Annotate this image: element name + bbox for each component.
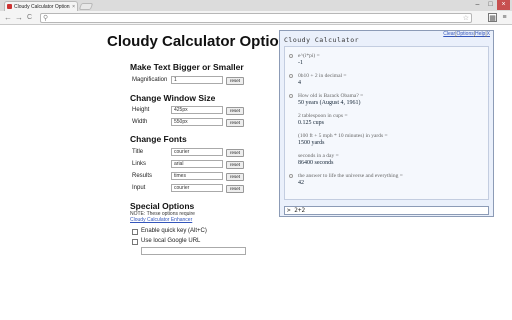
width-label: Width <box>132 119 148 125</box>
result-item[interactable]: How old is Barack Obama? = 50 years (Aug… <box>289 93 363 106</box>
results-font-reset-button[interactable]: reset <box>226 173 244 181</box>
result-answer: 42 <box>298 180 304 186</box>
special-options-heading: Special Options <box>130 201 195 211</box>
close-link[interactable]: X <box>487 31 490 37</box>
magnification-label: Magnification <box>132 77 168 83</box>
width-input[interactable]: 550px <box>171 118 223 126</box>
clear-link[interactable]: Clear <box>443 31 455 37</box>
fonts-heading: Change Fonts <box>130 134 187 144</box>
forward-arrow-icon[interactable]: → <box>15 13 23 22</box>
title-font-input[interactable]: courier <box>171 148 223 156</box>
wrench-menu-icon[interactable]: ≡ <box>500 13 509 22</box>
tab-close-icon[interactable]: × <box>72 4 75 10</box>
result-item[interactable]: (100 ft + 5 mph * 10 minutes) in yards =… <box>289 133 388 146</box>
result-query: (100 ft + 5 mph * 10 minutes) in yards = <box>298 133 388 139</box>
magnification-input[interactable]: 1 <box>171 76 223 84</box>
links-font-reset-button[interactable]: reset <box>226 161 244 169</box>
google-url-input[interactable] <box>141 247 246 255</box>
maximize-button[interactable]: □ <box>484 0 497 10</box>
browser-toolbar: ← → C ⚲ ☆ ▦ ≡ <box>0 11 512 25</box>
input-prompt: > <box>287 207 291 214</box>
result-answer: 1500 yards <box>298 140 325 146</box>
input-expression: 2+2 <box>294 207 306 214</box>
result-query: seconds in a day = <box>298 153 339 159</box>
title-font-label: Title <box>132 149 144 155</box>
result-answer: 4 <box>298 80 301 86</box>
result-answer: -1 <box>298 60 303 66</box>
result-bullet-icon <box>289 54 293 58</box>
text-size-heading: Make Text Bigger or Smaller <box>130 62 244 72</box>
result-answer: 86400 seconds <box>298 160 334 166</box>
window-controls: – □ × <box>471 0 510 10</box>
window-size-heading: Change Window Size <box>130 93 216 103</box>
new-tab-button[interactable] <box>78 3 94 10</box>
width-reset-button[interactable]: reset <box>226 119 244 127</box>
options-link[interactable]: Options <box>457 31 474 37</box>
calculator-popup: Cloudy Calculator Clear|Options|Help|X e… <box>279 30 494 217</box>
tab-cloudy-calculator-options[interactable]: Cloudy Calculator Options × <box>4 1 78 11</box>
results-font-input[interactable]: times <box>171 172 223 180</box>
enhancer-link[interactable]: Cloudy Calculator Enhancer <box>130 217 192 223</box>
calculator-input[interactable]: > 2+2 <box>284 206 489 215</box>
result-bullet-icon <box>289 94 293 98</box>
help-link[interactable]: Help <box>475 31 485 37</box>
result-item[interactable]: 0b10 + 2 in decimal = 4 <box>289 73 347 86</box>
result-bullet-icon <box>289 74 293 78</box>
result-item[interactable]: e^(i*pi) = -1 <box>289 53 320 66</box>
page-title: Cloudy Calculator Options <box>107 33 297 50</box>
height-reset-button[interactable]: reset <box>226 107 244 115</box>
result-query: 2 tablespoon in cups = <box>298 113 348 119</box>
browser-titlebar: Cloudy Calculator Options × – □ × <box>0 0 512 11</box>
bookmark-star-icon[interactable]: ☆ <box>463 14 469 23</box>
result-item[interactable]: 2 tablespoon in cups = 0.125 cups <box>289 113 348 126</box>
magnification-reset-button[interactable]: reset <box>226 77 244 85</box>
minimize-button[interactable]: – <box>471 0 484 10</box>
calculator-title: Cloudy Calculator <box>284 36 360 44</box>
result-query: e^(i*pi) = <box>298 53 320 59</box>
input-font-input[interactable]: courier <box>171 184 223 192</box>
search-icon: ⚲ <box>43 15 49 22</box>
result-query: the answer to life the universe and ever… <box>298 173 403 179</box>
result-query: How old is Barack Obama? = <box>298 93 364 99</box>
result-item[interactable]: the answer to life the universe and ever… <box>289 173 403 186</box>
close-window-button[interactable]: × <box>497 0 510 10</box>
links-font-input[interactable]: arial <box>171 160 223 168</box>
quick-key-checkbox[interactable] <box>132 229 138 235</box>
height-label: Height <box>132 107 150 113</box>
google-url-label: Use local Google URL <box>141 238 201 244</box>
result-answer: 0.125 cups <box>298 120 324 126</box>
address-bar[interactable]: ⚲ ☆ <box>40 13 472 23</box>
result-bullet-icon <box>289 174 293 178</box>
height-input[interactable]: 425px <box>171 106 223 114</box>
popup-links: Clear|Options|Help|X <box>443 31 490 37</box>
input-font-reset-button[interactable]: reset <box>226 185 244 193</box>
quick-key-label: Enable quick key (Alt+C) <box>141 228 207 234</box>
links-font-label: Links <box>132 161 147 167</box>
favicon-icon <box>7 4 12 9</box>
result-item[interactable]: seconds in a day = 86400 seconds <box>289 153 339 166</box>
input-font-label: Input <box>132 185 146 191</box>
tab-title: Cloudy Calculator Options <box>14 3 71 10</box>
reload-icon[interactable]: C <box>27 13 32 22</box>
title-font-reset-button[interactable]: reset <box>226 149 244 157</box>
google-url-checkbox[interactable] <box>132 239 138 245</box>
result-query: 0b10 + 2 in decimal = <box>298 73 347 79</box>
results-list: e^(i*pi) = -1 0b10 + 2 in decimal = 4 Ho… <box>284 46 489 200</box>
back-arrow-icon[interactable]: ← <box>4 13 12 22</box>
result-answer: 50 years (August 4, 1961) <box>298 100 361 106</box>
cloudy-calculator-extension-icon[interactable]: ▦ <box>488 13 497 22</box>
results-font-label: Results <box>132 173 153 179</box>
